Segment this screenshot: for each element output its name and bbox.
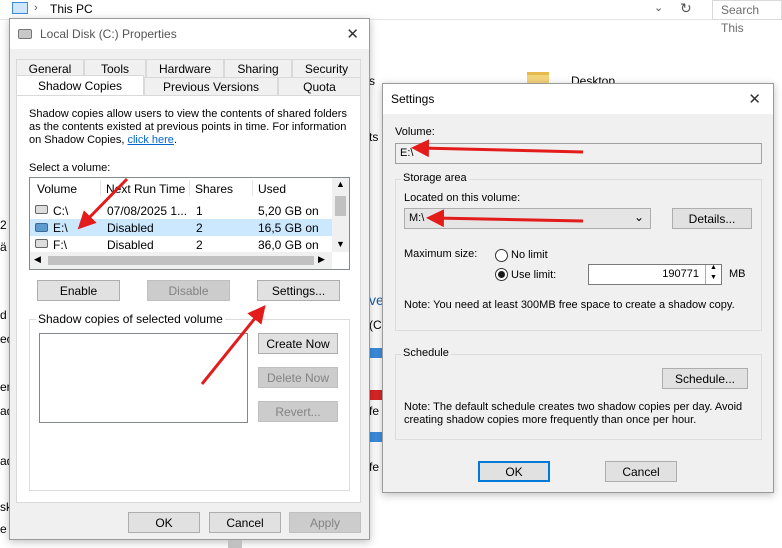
- arrow-to-e-drive: [77, 177, 129, 230]
- arrow-to-volume-field: [411, 139, 584, 158]
- tab-shadow-copies[interactable]: Shadow Copies: [16, 75, 144, 95]
- tab-label: Shadow Copies: [37, 78, 123, 93]
- arrow-to-located-volume: [426, 209, 584, 228]
- arrow-to-settings-button: [200, 304, 266, 385]
